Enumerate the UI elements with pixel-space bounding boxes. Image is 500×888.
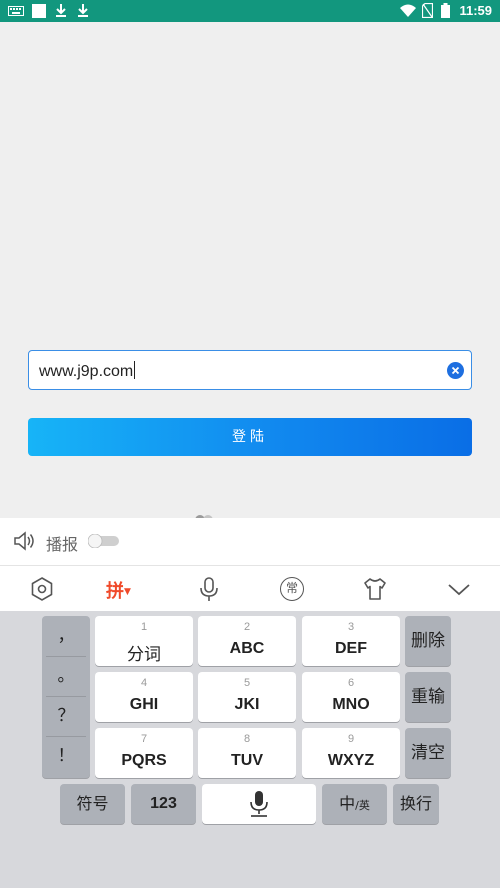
- key-number: 5: [243, 677, 251, 689]
- wifi-icon: [400, 4, 416, 17]
- key-number: 9: [347, 733, 355, 745]
- symbol-key[interactable]: ！: [42, 736, 90, 776]
- language-switch-key[interactable]: 中/英: [322, 784, 387, 824]
- key-2[interactable]: 2 ABC: [198, 616, 296, 666]
- key-label: ABC: [229, 640, 265, 657]
- battery-icon: [441, 3, 450, 18]
- language-sub: /英: [355, 799, 370, 812]
- key-number: 7: [140, 733, 148, 745]
- key-number: 4: [140, 677, 148, 689]
- voice-broadcast-bar: 播报: [0, 518, 500, 565]
- key-9[interactable]: 9 WXYZ: [302, 728, 400, 778]
- broadcast-toggle[interactable]: [88, 534, 120, 548]
- pinyin-mode-button[interactable]: 拼▼: [106, 577, 131, 603]
- collapse-chevron-icon[interactable]: [444, 574, 474, 604]
- key-label: DEF: [335, 640, 367, 657]
- text-caret: [134, 361, 136, 379]
- numbers-key[interactable]: 123: [131, 784, 196, 824]
- key-label: WXYZ: [327, 752, 375, 769]
- symbol-key[interactable]: 。: [42, 656, 90, 696]
- delete-key[interactable]: 删除: [405, 616, 451, 666]
- clear-input-icon[interactable]: [447, 362, 464, 379]
- skin-shirt-icon[interactable]: [360, 574, 390, 604]
- key-number: 3: [347, 621, 355, 633]
- microphone-icon[interactable]: [194, 574, 224, 604]
- key-1[interactable]: 1 分词: [95, 616, 193, 666]
- clear-key[interactable]: 清空: [405, 728, 451, 778]
- keyboard-icon: [8, 6, 24, 16]
- ime-toolbar: 拼▼ 常: [0, 565, 500, 611]
- key-3[interactable]: 3 DEF: [302, 616, 400, 666]
- key-label: GHI: [129, 696, 159, 713]
- language-main: 中: [339, 794, 356, 813]
- login-button[interactable]: 登陆: [28, 418, 472, 456]
- app-content: www.j9p.com 登陆: [0, 22, 500, 520]
- key-7[interactable]: 7 PQRS: [95, 728, 193, 778]
- no-sim-icon: [422, 3, 433, 18]
- key-label: JKI: [234, 696, 260, 713]
- symbol-key[interactable]: ，: [42, 616, 90, 656]
- key-label: TUV: [231, 752, 263, 769]
- space-voice-key[interactable]: [202, 784, 316, 824]
- key-8[interactable]: 8 TUV: [198, 728, 296, 778]
- key-label: MNO: [332, 696, 370, 713]
- settings-hexagon-icon[interactable]: [27, 574, 57, 604]
- key-number: 6: [347, 677, 355, 689]
- download-icon: [78, 4, 88, 17]
- key-number: 2: [243, 621, 251, 633]
- speaker-icon: [14, 531, 34, 551]
- key-5[interactable]: 5 JKI: [198, 672, 296, 722]
- status-time: 11:59: [459, 3, 492, 18]
- key-label: 分词: [127, 645, 161, 664]
- ime-keyboard: ， 。 ？ ！ 1 分词 2 ABC 3 DEF 删除 4 GHI 5 JKI …: [0, 611, 500, 888]
- url-input-value: www.j9p.com: [39, 361, 136, 380]
- key-number: 8: [243, 733, 251, 745]
- download-icon: [56, 4, 66, 17]
- symbol-column: ， 。 ？ ！: [42, 616, 90, 778]
- broadcast-label: 播报: [46, 535, 79, 554]
- key-4[interactable]: 4 GHI: [95, 672, 193, 722]
- url-input[interactable]: www.j9p.com: [28, 350, 472, 390]
- key-number: 1: [140, 621, 148, 633]
- key-6[interactable]: 6 MNO: [302, 672, 400, 722]
- status-bar: 11:59: [0, 0, 500, 22]
- key-label: PQRS: [121, 752, 167, 769]
- common-phrases-icon[interactable]: 常: [280, 577, 304, 601]
- newline-key[interactable]: 换行: [393, 784, 439, 824]
- square-notification-icon: [32, 4, 46, 18]
- symbol-key[interactable]: ？: [42, 696, 90, 736]
- microphone-icon: [250, 791, 268, 817]
- retype-key[interactable]: 重输: [405, 672, 451, 722]
- symbols-key[interactable]: 符号: [60, 784, 125, 824]
